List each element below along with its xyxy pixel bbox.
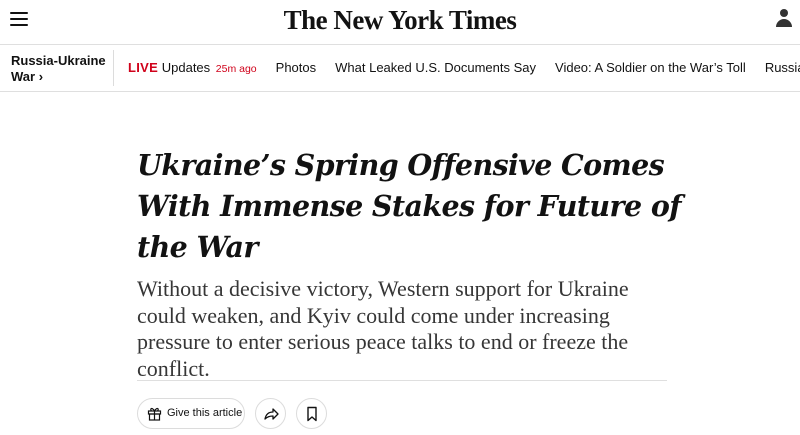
nav-items: LIVE Updates 25m ago Photos What Leaked U.…	[128, 60, 800, 75]
bookmark-icon	[307, 406, 317, 422]
section-nav: Russia-Ukraine War › LIVE Updates 25m ag…	[0, 45, 800, 91]
subnav-divider	[0, 91, 800, 92]
gift-article-button[interactable]: Give this article	[137, 398, 245, 429]
logo-text: The New York Times	[283, 5, 517, 35]
nav-item-soldier-video[interactable]: Video: A Soldier on the War’s Toll	[555, 60, 746, 75]
share-arrow-icon	[264, 408, 279, 420]
section-title-link[interactable]: Russia-Ukraine War ›	[11, 53, 106, 85]
article-summary: Without a decisive victory, Western supp…	[137, 276, 629, 381]
section-divider	[113, 50, 114, 86]
masthead: The New York Times	[0, 0, 800, 44]
share-button[interactable]	[255, 398, 286, 429]
section-title-line2: War ›	[11, 69, 44, 84]
section-title-line1: Russia-Ukraine	[11, 53, 106, 68]
nav-item-leaked-documents[interactable]: What Leaked U.S. Documents Say	[335, 60, 536, 75]
live-updates-text: Updates	[161, 60, 211, 75]
gift-article-label: Give this article	[167, 407, 243, 419]
article-headline: Ukraine’s Spring Offensive Comes With Im…	[137, 148, 681, 264]
account-user-icon[interactable]	[776, 9, 792, 29]
live-label: LIVE	[128, 60, 159, 75]
nav-item-live-updates[interactable]: LIVE Updates 25m ago	[128, 60, 257, 75]
live-time: 25m ago	[215, 63, 257, 75]
nyt-logo[interactable]: The New York Times	[0, 5, 800, 36]
save-button[interactable]	[296, 398, 327, 429]
nav-item-photos[interactable]: Photos	[276, 60, 316, 75]
gift-icon	[147, 407, 162, 421]
article-divider	[137, 380, 667, 381]
nav-item-russia-faltering[interactable]: Russia’s Faltering C	[765, 60, 800, 75]
